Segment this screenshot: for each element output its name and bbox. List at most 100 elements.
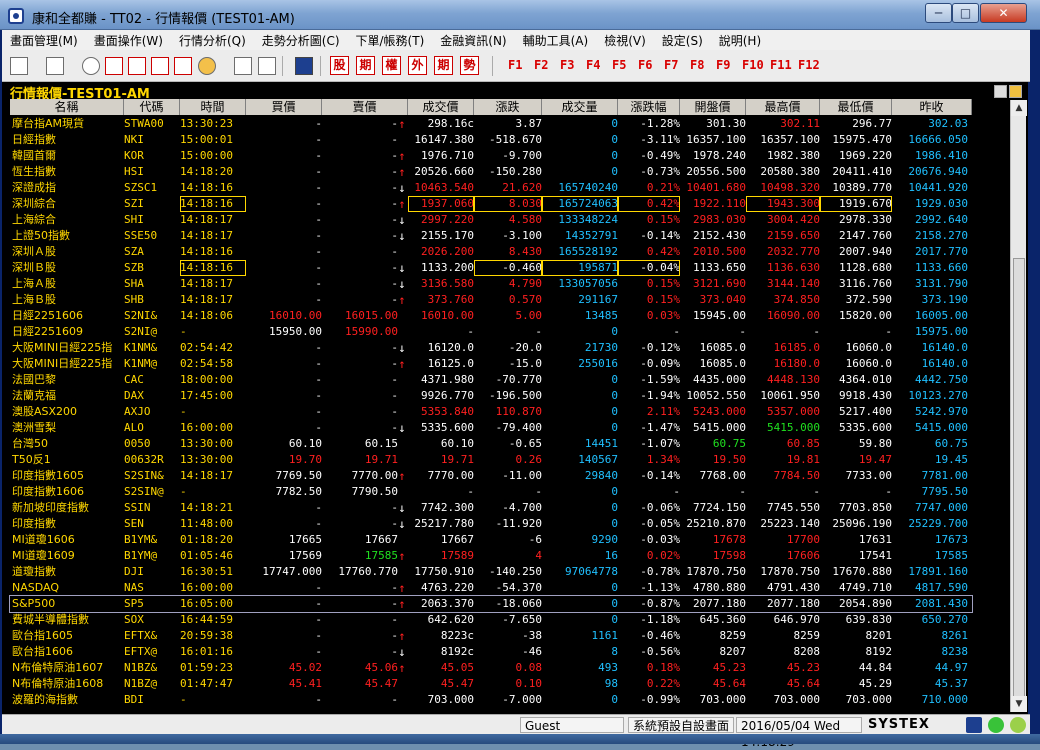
menu-view[interactable]: 檢視(V) xyxy=(596,30,654,49)
table-row[interactable]: T50反1 00632R 13:30:00 19.70 19.71 19.71 0.26 14… xyxy=(10,452,972,468)
futures2-button[interactable]: 期 xyxy=(434,56,453,75)
split-icon[interactable] xyxy=(151,57,169,75)
table-row[interactable]: 法蘭克福 DAX 17:45:00 - - 9926.770 -196.500 0 -1.94%… xyxy=(10,388,972,404)
tile-icon[interactable] xyxy=(128,57,146,75)
settings-icon[interactable] xyxy=(1009,85,1022,98)
table-row[interactable]: 波羅的海指數 BDI - - - 703.000 -7.000 0 -0.99% 703.000 7… xyxy=(10,692,972,708)
table-row[interactable]: 印度指數 SEN 11:48:00- - ↓ 25217.780 -11.920 0 -0.05… xyxy=(10,516,972,532)
palette-icon[interactable] xyxy=(198,57,216,75)
table-row[interactable]: 摩台指AM現貨 STWA00 13:30:23- - ↑ 298.16c 3.87 0 -1.2… xyxy=(10,116,972,132)
column-header-chg[interactable]: 漲跌 xyxy=(474,99,542,115)
column-header-high[interactable]: 最高價 xyxy=(746,99,820,115)
column-header-code[interactable]: 代碼 xyxy=(124,99,180,115)
table-row[interactable]: 深圳Ｂ股 SZB 14:18:16- - ↓ 1133.200 -0.460 195871 -0… xyxy=(10,260,972,276)
table-row[interactable]: 上證50指數 SSE50 14:18:17- - ↓ 2155.170 -3.100 1435… xyxy=(10,228,972,244)
table-row[interactable]: MI道瓊1606 B1YM& 01:18:20 17665 17667 17667 -6 92… xyxy=(10,532,972,548)
f8-button[interactable]: F8 xyxy=(690,58,704,72)
f12-button[interactable]: F12 xyxy=(798,58,820,72)
table-row[interactable]: 韓國首爾 KOR 15:00:00- - ↑ 1976.710 -9.700 0 -0.49% 1… xyxy=(10,148,972,164)
vertical-scrollbar[interactable]: ▲ ▼ xyxy=(1010,100,1027,712)
column-header-pct[interactable]: 漲跌幅 xyxy=(618,99,680,115)
table-row[interactable]: N布倫特原油1607 N1BZ& 01:59:23 45.02 45.06 ↑ 45.05 0… xyxy=(10,660,972,676)
f1-button[interactable]: F1 xyxy=(508,58,522,72)
close-button[interactable]: ✕ xyxy=(980,3,1027,23)
monitor-icon[interactable] xyxy=(46,57,64,75)
column-header-name[interactable]: 名稱 xyxy=(10,99,124,115)
table-row[interactable]: 深圳Ａ股 SZA 14:18:16 - - 2026.200 8.430 165528192 0… xyxy=(10,244,972,260)
table-row[interactable]: 印度指數1606 S2SIN@ - 7782.50 7790.50 - - 0 - - - - 7795… xyxy=(10,484,972,500)
screen-icon[interactable] xyxy=(10,57,28,75)
menu-settings[interactable]: 設定(S) xyxy=(654,30,711,49)
menu-tools[interactable]: 輔助工具(A) xyxy=(515,30,597,49)
f7-button[interactable]: F7 xyxy=(664,58,678,72)
f5-button[interactable]: F5 xyxy=(612,58,626,72)
menu-order[interactable]: 下單/帳務(T) xyxy=(348,30,433,49)
column-header-open[interactable]: 開盤價 xyxy=(680,99,746,115)
table-row[interactable]: 澳洲雪梨 ALO 16:00:00- - ↓ 5335.600 -79.400 0 -1.47%… xyxy=(10,420,972,436)
table-row[interactable]: 大阪MINI日經225指 K1NM@ 02:54:58- - ↑ 16125.0 -15.0… xyxy=(10,356,972,372)
menu-finance-info[interactable]: 金融資訊(N) xyxy=(432,30,514,49)
table-row[interactable]: 大阪MINI日經225指 K1NM& 02:54:42- - ↓ 16120.0 -20.0… xyxy=(10,340,972,356)
table-row[interactable]: 新加坡印度指數 SSIN 14:18:21- - ↓ 7742.300 -4.700 0 -0.… xyxy=(10,500,972,516)
menu-screen-ops[interactable]: 畫面操作(W) xyxy=(86,30,171,49)
restore-icon[interactable] xyxy=(994,85,1007,98)
scroll-down-icon[interactable]: ▼ xyxy=(1011,696,1027,712)
f6-button[interactable]: F6 xyxy=(638,58,652,72)
menu-help[interactable]: 說明(H) xyxy=(711,30,769,49)
table-row[interactable]: 上海Ａ股 SHA 14:18:17- - ↓ 3136.580 4.790 133057056… xyxy=(10,276,972,292)
column-header-bid[interactable]: 買價 xyxy=(246,99,322,115)
table-row[interactable]: 深證成指 SZSC1 14:18:16- - ↓ 10463.540 21.620 16574… xyxy=(10,180,972,196)
cell-ask: - xyxy=(391,629,398,642)
scroll-thumb[interactable] xyxy=(1013,258,1025,698)
table-row[interactable]: 印度指數1605 S2SIN& 14:18:17 7769.50 7770.00 ↑ 777… xyxy=(10,468,972,484)
search-icon[interactable] xyxy=(82,57,100,75)
menu-screen-manage[interactable]: 畫面管理(M) xyxy=(2,30,86,49)
futures-button[interactable]: 期 xyxy=(356,56,375,75)
f9-button[interactable]: F9 xyxy=(716,58,730,72)
table-row[interactable]: 日經2251609 S2NI@ - 15950.00 15990.00 - - 0 - - - - 15… xyxy=(10,324,972,340)
table-row[interactable]: 上海綜合 SHI 14:18:17- - ↓ 2997.220 4.580 133348224… xyxy=(10,212,972,228)
foreign-button[interactable]: 外 xyxy=(408,56,427,75)
f2-button[interactable]: F2 xyxy=(534,58,548,72)
table-row[interactable]: 台灣50 0050 13:30:00 60.10 60.15 60.10 -0.65 1445… xyxy=(10,436,972,452)
table-row[interactable]: N布倫特原油1608 N1BZ@ 01:47:47 45.41 45.47 45.47 0.… xyxy=(10,676,972,692)
columns-icon[interactable] xyxy=(174,57,192,75)
menu-quote-analysis[interactable]: 行情分析(Q) xyxy=(171,30,254,49)
table-row[interactable]: NASDAQ NAS 16:00:00- - ↑ 4763.220 -54.370 0 -1.1… xyxy=(10,580,972,596)
f11-button[interactable]: F11 xyxy=(770,58,792,72)
column-header-prev[interactable]: 昨收 xyxy=(892,99,972,115)
table-row[interactable]: MI道瓊1609 B1YM@ 01:05:46 17569 17585 ↑ 17589 4 16… xyxy=(10,548,972,564)
column-header-vol[interactable]: 成交量 xyxy=(542,99,618,115)
table-row[interactable]: 道瓊指數 DJI 16:30:51 17747.000 17760.770 17750.9… xyxy=(10,564,972,580)
table-row[interactable]: 歐台指1605 EFTX& 20:59:38- - ↑ 8223c -38 1161 -0.46… xyxy=(10,628,972,644)
stock-button[interactable]: 股 xyxy=(330,56,349,75)
column-header-last[interactable]: 成交價 xyxy=(408,99,474,115)
table-row[interactable]: 澳股ASX200 AXJO - - - 5353.840 110.870 0 2.11% 5243… xyxy=(10,404,972,420)
table-row[interactable]: 上海Ｂ股 SHB 14:18:17- - ↑ 373.760 0.570 291167 0.15… xyxy=(10,292,972,308)
trend-button[interactable]: 勢 xyxy=(460,56,479,75)
column-header-time[interactable]: 時間 xyxy=(180,99,246,115)
table-row[interactable]: 日經2251606 S2NI& 14:18:06 16010.00 16015.00 16… xyxy=(10,308,972,324)
table-row[interactable]: 歐台指1606 EFTX@ 16:01:16- - ↓ 8192c -46 8 -0.56% 82… xyxy=(10,644,972,660)
f4-button[interactable]: F4 xyxy=(586,58,600,72)
close-box-icon[interactable] xyxy=(105,57,123,75)
column-header-ask[interactable]: 賣價 xyxy=(322,99,408,115)
app-home-icon[interactable] xyxy=(295,57,313,75)
table-row[interactable]: 費城半導體指數 SOX 16:44:59 - - 642.620 -7.650 0 -1.18%… xyxy=(10,612,972,628)
f10-button[interactable]: F10 xyxy=(742,58,764,72)
column-header-low[interactable]: 最低價 xyxy=(820,99,892,115)
menu-chart[interactable]: 走勢分析圖(C) xyxy=(254,30,348,49)
options-button[interactable]: 權 xyxy=(382,56,401,75)
table-row[interactable]: 日經指數 NKI 15:00:01 - - 16147.380 -518.670 0 -3.11… xyxy=(10,132,972,148)
title-bar[interactable]: 康和全都賺 - TT02 - 行情報價 (TEST01-AM) ─ □ ✕ xyxy=(0,0,1040,30)
table-row[interactable]: 深圳綜合 SZI 14:18:16- - ↑ 1937.060 8.030 165724063… xyxy=(10,196,972,212)
minimize-button[interactable]: ─ xyxy=(925,3,952,23)
table-row[interactable]: 恆生指數 HSI 14:18:20- - ↑ 20526.660 -150.280 0 -0.7… xyxy=(10,164,972,180)
scroll-up-icon[interactable]: ▲ xyxy=(1011,100,1027,116)
table-row[interactable]: S&P500 SP5 16:05:00- - ↑ 2063.370 -18.060 0 -0.8… xyxy=(9,595,973,613)
table-row[interactable]: 法國巴黎 CAC 18:00:00 - - 4371.980 -70.770 0 -1.59% 4… xyxy=(10,372,972,388)
window-icon[interactable] xyxy=(258,57,276,75)
f3-button[interactable]: F3 xyxy=(560,58,574,72)
link-icon[interactable] xyxy=(234,57,252,75)
maximize-button[interactable]: □ xyxy=(952,3,979,23)
